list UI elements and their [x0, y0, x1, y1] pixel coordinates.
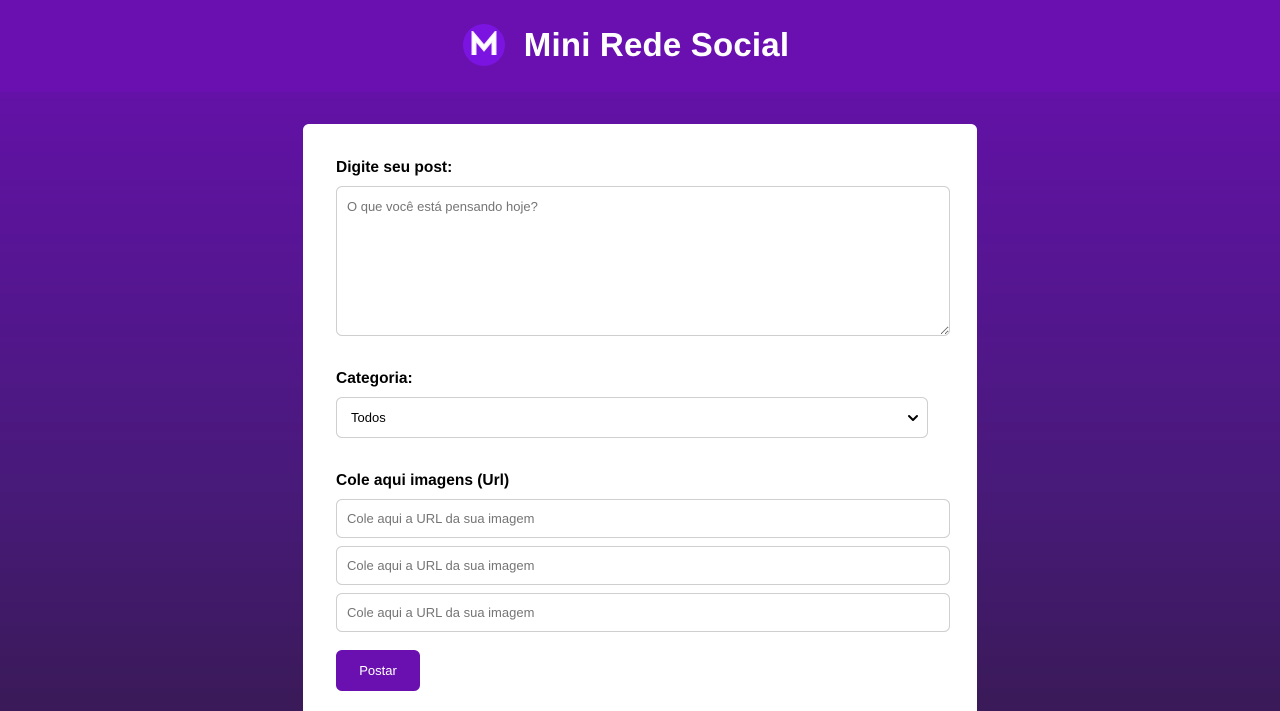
post-textarea[interactable]: [336, 186, 950, 336]
app-title: Mini Rede Social: [523, 26, 790, 63]
post-button[interactable]: Postar: [336, 650, 420, 691]
image-url-input-2[interactable]: [336, 546, 950, 585]
post-form-card: Digite seu post: Categoria: Todos Cole a…: [303, 124, 977, 711]
category-select[interactable]: Todos: [336, 397, 928, 438]
category-selected-value: Todos: [351, 410, 386, 425]
chevron-down-icon: [907, 412, 919, 424]
category-label: Categoria:: [336, 370, 413, 387]
m-logo-icon: [462, 24, 505, 66]
image-url-input-3[interactable]: [336, 593, 950, 632]
image-url-input-1[interactable]: [336, 499, 950, 538]
images-label: Cole aqui imagens (Url): [336, 472, 510, 489]
app-header: Mini Rede Social: [0, 0, 1280, 92]
post-label: Digite seu post:: [336, 159, 453, 176]
